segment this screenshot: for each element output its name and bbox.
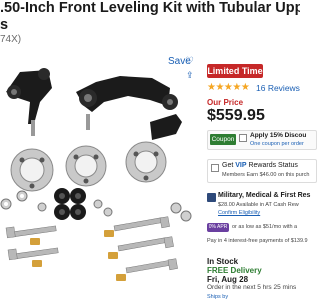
pay-in-4-text: Pay in 4 interest-free payments of $139.… [207,238,308,244]
ship-by-text: Ships by [207,294,229,300]
coupon-chip: Coupon [210,134,236,145]
financing-text: or as low as $51/mo with a [232,224,298,230]
delivery-date: Fri, Aug 28 [207,275,249,284]
coupon-text: Apply 15% Discou [250,132,307,139]
reviews-link[interactable]: 16 Reviews [256,83,300,93]
free-delivery-label: FREE Delivery [207,266,262,275]
apr-chip: 0% APR [207,223,229,232]
order-countdown: Order in the next 5 hrs 25 mins [207,284,297,291]
star-rating-icon: ★★★★★ [207,82,250,93]
price: $559.95 [207,107,265,124]
vip-checkbox[interactable] [211,164,219,172]
vip-title: Get VIP Rewards Status [222,162,298,169]
coupon-subtext: One coupon per order [250,141,304,147]
product-image [0,68,192,281]
military-title: Military, Medical & First Res [218,192,311,199]
coupon-checkbox[interactable] [239,134,247,142]
vip-subtext: Members Earn $46.00 on this purch [222,172,310,178]
product-title: .50-Inch Front Leveling Kit with Tubular… [0,0,300,16]
limited-time-badge: Limited Time [207,64,263,78]
part-number: 74X) [0,34,22,45]
stock-status: In Stock [207,257,239,266]
product-title-line2: s [0,17,9,33]
military-cash-line: $28.00 Available in AT Cash Rew [218,202,299,208]
confirm-eligibility-link[interactable]: Confirm Eligibility [218,210,260,216]
our-price-label: Our Price [207,98,244,107]
shield-icon [207,193,216,202]
